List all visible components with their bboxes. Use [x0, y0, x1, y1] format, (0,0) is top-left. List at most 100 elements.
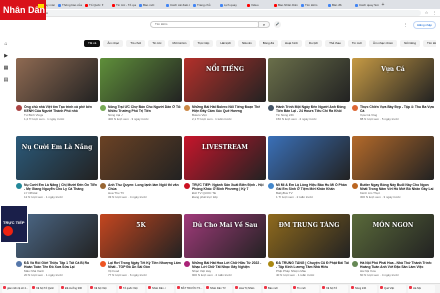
video-card[interactable]: Anh Thu Quyen: Long lạnh làm Ngôi thi vă… — [100, 136, 182, 210]
video-title[interactable]: Nông Trại ƯC Chợ Bán Cho Người Dân Ở Tổ:… — [108, 105, 182, 114]
chip-6[interactable]: Hài kịch — [216, 40, 236, 47]
video-title[interactable]: ĐÁ TRUNG TÀNG | Chuyện Cũ Đ Phật Đài Tài… — [276, 261, 350, 270]
video-card[interactable]: NỔI TIẾNG Những Bài Hát Bolero Nổi Tiếng … — [184, 58, 266, 132]
browser-tab[interactable]: Bản đồ — [326, 1, 352, 9]
browser-tab[interactable]: Video — [245, 1, 271, 9]
url-field[interactable]: youtube.com — [27, 9, 421, 16]
video-card[interactable]: LIVESTREAM TRỰC TIẾP: Ngành Sản Xuất Biên… — [184, 136, 266, 210]
video-thumbnail[interactable] — [100, 58, 182, 102]
channel-avatar[interactable] — [352, 105, 358, 111]
chip-13[interactable]: Âm nhạc nhóm — [368, 40, 398, 47]
channel-avatar[interactable] — [352, 261, 358, 267]
video-card[interactable]: ĐM TRUNG TÀNG ĐÁ TRUNG TÀNG | Chuyện Cũ Đ… — [268, 214, 350, 288]
shorts-icon[interactable]: ▶ — [2, 52, 10, 60]
video-card[interactable]: Butter Ngay Bóng Này Buổi Này Cho Ngon N… — [352, 136, 434, 210]
taskbar-item[interactable]: Đã trưởng 300 — [60, 284, 87, 293]
video-title[interactable]: Anh Thu Quyen: Long lạnh làm Ngôi thi vă… — [108, 183, 182, 192]
search-icon[interactable]: ⌕ — [258, 21, 270, 28]
taskbar-item[interactable]: Báo mới — [263, 284, 290, 293]
chip-4[interactable]: Mới tải lên — [168, 40, 191, 47]
chip-11[interactable]: Thể thao — [325, 40, 345, 47]
video-card[interactable]: Nông Trại ƯC Chợ Bán Cho Người Dân Ở Tổ:… — [100, 58, 182, 132]
video-card[interactable]: MÓN NGON Hà Nội Phố Phái Hoa - Nhà Thứ Th… — [352, 214, 434, 288]
chip-9[interactable]: Hoạt hình — [280, 40, 302, 47]
taskbar-item[interactable]: Xã hội Tổ Quốc — [31, 284, 58, 293]
taskbar-item[interactable]: Quê Việt — [379, 284, 406, 293]
channel-avatar[interactable] — [268, 105, 274, 111]
channel-avatar[interactable] — [184, 261, 190, 267]
video-thumbnail[interactable]: ĐM TRUNG TÀNG — [268, 214, 350, 258]
video-title[interactable]: Những Bài Hát Bolero Nổi Tiếng Đoạn Thế … — [192, 105, 266, 114]
channel-avatar[interactable] — [184, 183, 190, 189]
channel-avatar[interactable] — [268, 183, 274, 189]
browser-tab[interactable]: Trang chủ — [191, 1, 217, 9]
video-card[interactable]: Ông chủ nhà Việt tìm Tạo trình cà phê bê… — [16, 58, 98, 132]
microphone-icon[interactable]: 🎤 — [274, 21, 281, 28]
video-thumbnail[interactable] — [100, 136, 182, 180]
chip-12[interactable]: Tin mới — [347, 40, 366, 47]
video-card[interactable]: Vựa Cá Thực Chiến Vựa Bày Đẹp - Tập 4: Th… — [352, 58, 434, 132]
video-title[interactable]: Mi Mi & Em Là Lồng Hiệu Bảo Hu Mi Ỏ Phần… — [276, 183, 350, 192]
taskbar-item[interactable]: Tin mới — [292, 284, 319, 293]
chip-14[interactable]: Nổi tiếng — [400, 40, 420, 47]
video-title[interactable]: ĐÃ Và Rồi Giới Thiệu Tập 1 Tất Cả Bị Ra … — [24, 261, 98, 270]
video-thumbnail[interactable]: 5K — [100, 214, 182, 258]
taskbar-item[interactable]: giám tiền lệ số 4... — [2, 284, 29, 293]
chip-5[interactable]: Trực tiếp — [193, 40, 214, 47]
video-title[interactable]: Nụ Cười Em Là Nắng | Chị Mười Đến Ôn Tiễ… — [24, 183, 98, 192]
browser-tab[interactable]: Cách quay Screenshot trên Tweet — [353, 1, 379, 9]
taskbar-item[interactable]: Nhân Dân TV — [205, 284, 232, 293]
video-thumbnail[interactable] — [268, 58, 350, 102]
browser-tab[interactable]: Tin tức - Tổ quốc — [110, 1, 136, 9]
chip-10[interactable]: Du lịch — [304, 40, 323, 47]
video-card[interactable]: Mi Mi & Em Là Lồng Hiệu Bảo Hu Mi Ỏ Phần… — [268, 136, 350, 210]
browser-tab[interactable]: Thông báo của Apple Apply — [56, 1, 82, 9]
video-thumbnail[interactable]: MÓN NGON — [352, 214, 434, 258]
mini-player[interactable]: TRỰC TIẾP — [0, 205, 28, 243]
browser-tab[interactable]: Tổ Quốc ✦ — [83, 1, 109, 9]
video-thumbnail[interactable] — [16, 58, 98, 102]
chip-7[interactable]: Nấu ăn — [238, 40, 256, 47]
video-thumbnail[interactable] — [16, 214, 98, 258]
browser-tab[interactable]: Báo mới — [137, 1, 163, 9]
video-thumbnail[interactable] — [352, 136, 434, 180]
chip-0[interactable]: Tất cả — [84, 40, 101, 47]
chip-2[interactable]: Trò chơi — [126, 40, 146, 47]
video-title[interactable]: Những Bài Hát Hoa Lời Chữ Hữu Từ 2022 - … — [192, 261, 266, 270]
browser-tab[interactable]: Báo Nhân Dân — [272, 1, 298, 9]
star-icon[interactable]: ☆ — [424, 10, 429, 15]
new-tab-icon[interactable]: + — [380, 1, 386, 9]
video-title[interactable]: TRỰC TIẾP: Ngành Sản Xuất Biên Định - Hộ… — [192, 183, 266, 192]
video-title[interactable]: Thực Chiến Vựa Bày Đẹp - Tập 4: Thu Ba V… — [360, 105, 434, 114]
browser-tab[interactable]: Tìm kiếm — [299, 1, 325, 9]
taskbar-item[interactable]: BẮT TRƯỚC Th... — [176, 284, 203, 293]
browser-tab[interactable]: Lịch quay — [218, 1, 244, 9]
taskbar-item[interactable]: Xã hội Tổ — [321, 284, 348, 293]
library-icon[interactable]: ▤ — [2, 76, 10, 84]
chip-8[interactable]: Bóng đá — [258, 40, 278, 47]
taskbar-item[interactable]: Nóng 24h — [350, 284, 377, 293]
video-title[interactable]: Butter Ngay Bóng Này Buổi Này Cho Ngon N… — [360, 183, 434, 192]
channel-avatar[interactable] — [184, 105, 190, 111]
taskbar-item[interactable]: Nhân Dân ✓ — [147, 284, 174, 293]
video-thumbnail[interactable]: Vựa Cá — [352, 58, 434, 102]
channel-avatar[interactable] — [100, 105, 106, 111]
video-card[interactable]: ĐÃ Và Rồi Giới Thiệu Tập 1 Tất Cả Bị Ra … — [16, 214, 98, 288]
video-thumbnail[interactable]: NỔI TIẾNG — [184, 58, 266, 102]
chip-1[interactable]: Âm nhạc — [103, 40, 124, 47]
video-thumbnail[interactable]: Nụ Cười Em Là Nắng — [16, 136, 98, 180]
video-thumbnail[interactable] — [268, 136, 350, 180]
video-title[interactable]: Hành Trình Một Ngày Đến Người Anh Đồng T… — [276, 105, 350, 114]
video-card[interactable]: Hành Trình Một Ngày Đến Người Anh Đồng T… — [268, 58, 350, 132]
taskbar-item[interactable]: Xã hội Việt — [89, 284, 116, 293]
channel-avatar[interactable] — [16, 261, 22, 267]
channel-avatar[interactable] — [16, 105, 22, 111]
video-thumbnail[interactable]: LIVESTREAM — [184, 136, 266, 180]
browser-tab[interactable]: Cách cài Zalo trên laptop — [164, 1, 190, 9]
subscriptions-icon[interactable]: ▦ — [2, 64, 10, 72]
video-title[interactable]: Lại Rơi Trong Ngày Tết Kỷ Tiền Nhượng Lâ… — [108, 261, 182, 270]
video-title[interactable]: Hà Nội Phố Phái Hoa - Nhà Thứ Thành Trìn… — [360, 261, 434, 270]
home-icon[interactable]: ⌂ — [2, 40, 10, 48]
more-icon[interactable]: ⋮ — [402, 22, 408, 28]
channel-avatar[interactable] — [100, 183, 106, 189]
